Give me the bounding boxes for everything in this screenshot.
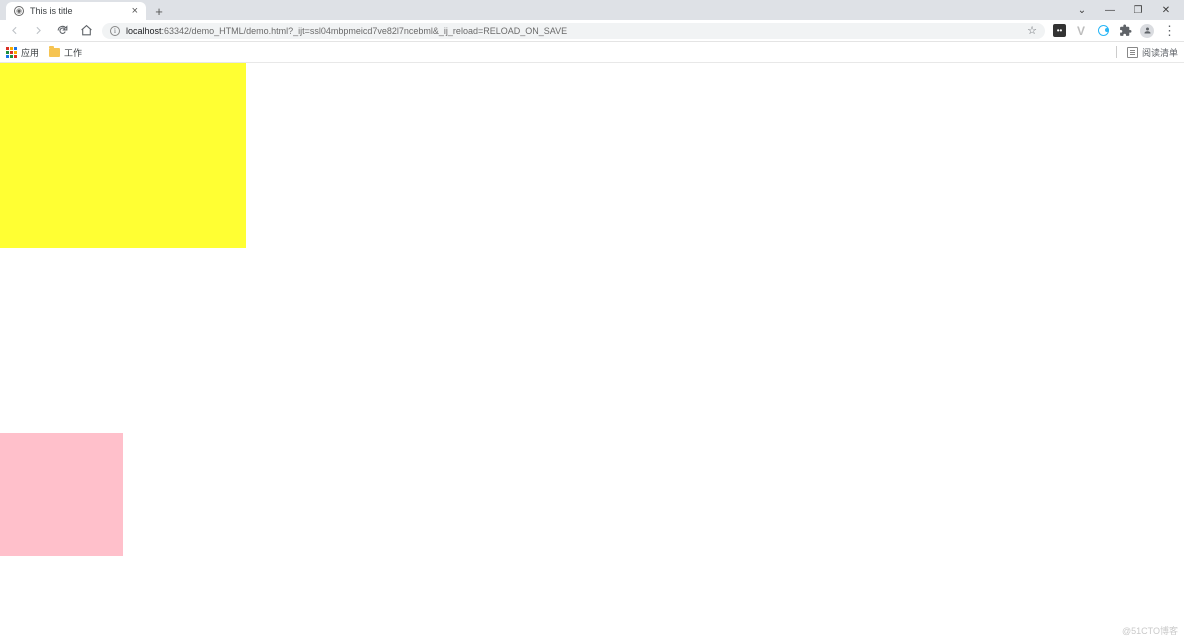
- forward-button[interactable]: [30, 23, 46, 39]
- tab-search-icon[interactable]: ⌄: [1074, 2, 1090, 18]
- reading-list-label: 阅读清单: [1142, 46, 1178, 59]
- bookmarks-bar: 应用 工作 阅读清单: [0, 42, 1184, 63]
- extension-icons: •• V ⋮: [1053, 24, 1178, 38]
- page-content: [0, 63, 1184, 641]
- profile-avatar-icon[interactable]: [1140, 24, 1154, 38]
- apps-label: 应用: [21, 46, 39, 59]
- apps-grid-icon: [6, 47, 17, 58]
- apps-button[interactable]: 应用: [6, 46, 39, 59]
- watermark: @51CTO博客: [1122, 624, 1178, 637]
- omnibox[interactable]: i localhost:63342/demo_HTML/demo.html?_i…: [102, 23, 1045, 39]
- reload-button[interactable]: [54, 23, 70, 39]
- address-bar-row: i localhost:63342/demo_HTML/demo.html?_i…: [0, 20, 1184, 42]
- globe-icon: ◉: [14, 6, 24, 16]
- folder-icon: [49, 48, 60, 57]
- url-host: localhost: [126, 26, 162, 36]
- back-button[interactable]: [6, 23, 22, 39]
- tab-strip: ◉ This is title × + ⌄ — ❐ ✕: [0, 0, 1184, 20]
- yellow-box: [0, 63, 246, 248]
- browser-tab[interactable]: ◉ This is title ×: [6, 2, 146, 20]
- extension-icon-2[interactable]: V: [1074, 24, 1088, 38]
- home-button[interactable]: [78, 23, 94, 39]
- window-close-button[interactable]: ✕: [1158, 2, 1174, 18]
- url-text: localhost:63342/demo_HTML/demo.html?_ijt…: [126, 26, 1021, 36]
- extension-icon-1[interactable]: ••: [1053, 24, 1066, 37]
- bookmark-star-icon[interactable]: ☆: [1027, 24, 1037, 37]
- divider: [1116, 46, 1117, 58]
- bookmark-folder-label: 工作: [64, 46, 82, 59]
- reading-list-icon: [1127, 47, 1138, 58]
- chrome-menu-button[interactable]: ⋮: [1162, 24, 1176, 38]
- url-path: :63342/demo_HTML/demo.html?_ijt=ssl04mbp…: [162, 26, 568, 36]
- bookmark-folder-work[interactable]: 工作: [49, 46, 82, 59]
- maximize-button[interactable]: ❐: [1130, 2, 1146, 18]
- close-icon[interactable]: ×: [132, 5, 138, 17]
- extensions-button[interactable]: [1118, 24, 1132, 38]
- tab-title: This is title: [30, 6, 126, 16]
- minimize-button[interactable]: —: [1102, 2, 1118, 18]
- reading-list-button[interactable]: 阅读清单: [1127, 46, 1178, 59]
- extension-icon-3[interactable]: [1096, 24, 1110, 38]
- pink-box: [0, 433, 123, 556]
- new-tab-button[interactable]: +: [150, 2, 168, 20]
- window-controls: ⌄ — ❐ ✕: [1064, 0, 1184, 20]
- site-info-icon[interactable]: i: [110, 26, 120, 36]
